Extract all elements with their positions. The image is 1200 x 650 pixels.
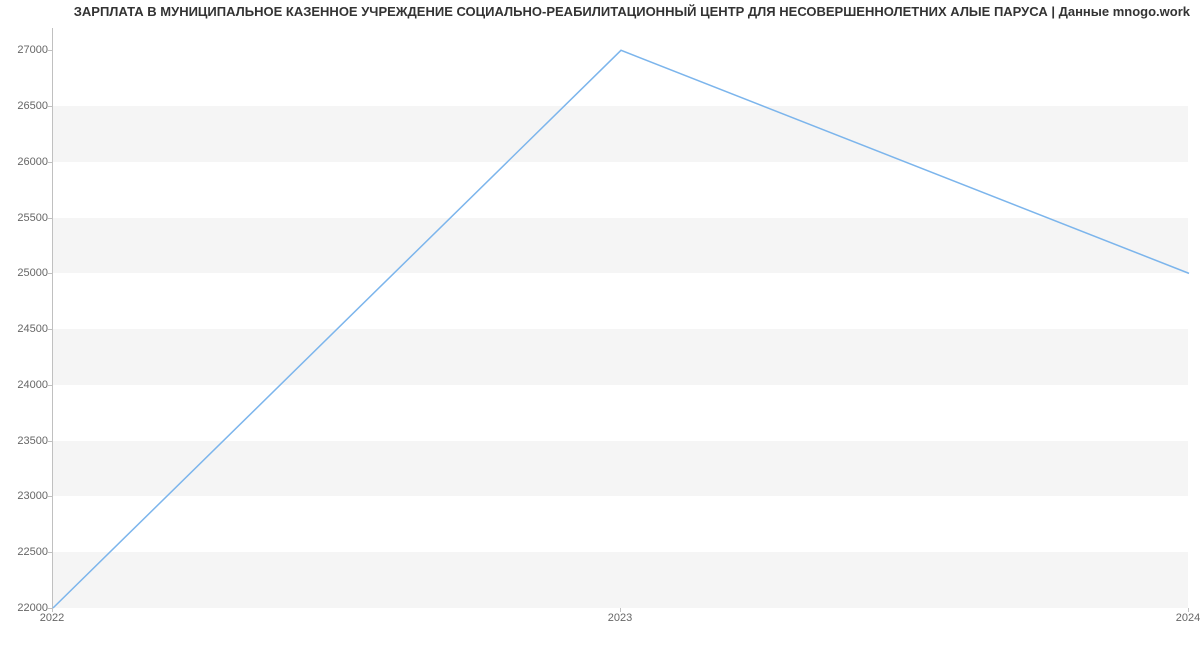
y-tick-label: 24500: [4, 323, 48, 335]
y-tick-label: 26000: [4, 156, 48, 168]
y-tick-mark: [48, 496, 52, 497]
y-tick-label: 27000: [4, 44, 48, 56]
y-tick-mark: [48, 162, 52, 163]
x-tick-mark: [620, 608, 621, 612]
y-tick-label: 25000: [4, 267, 48, 279]
plot-area: [52, 28, 1188, 608]
y-tick-mark: [48, 50, 52, 51]
y-tick-label: 22500: [4, 546, 48, 558]
y-tick-mark: [48, 385, 52, 386]
x-tick-mark: [52, 608, 53, 612]
y-tick-mark: [48, 329, 52, 330]
x-tick-label: 2022: [40, 612, 64, 624]
y-tick-label: 23000: [4, 490, 48, 502]
y-tick-mark: [48, 441, 52, 442]
y-tick-mark: [48, 273, 52, 274]
y-tick-label: 24000: [4, 379, 48, 391]
x-tick-mark: [1188, 608, 1189, 612]
chart-title: ЗАРПЛАТА В МУНИЦИПАЛЬНОЕ КАЗЕННОЕ УЧРЕЖД…: [74, 4, 1190, 19]
y-tick-mark: [48, 552, 52, 553]
y-tick-label: 23500: [4, 435, 48, 447]
x-tick-label: 2024: [1176, 612, 1200, 624]
y-tick-label: 25500: [4, 212, 48, 224]
line-series: [53, 28, 1188, 607]
x-tick-label: 2023: [608, 612, 632, 624]
y-tick-mark: [48, 106, 52, 107]
y-tick-mark: [48, 218, 52, 219]
salary-chart: ЗАРПЛАТА В МУНИЦИПАЛЬНОЕ КАЗЕННОЕ УЧРЕЖД…: [0, 0, 1200, 650]
y-tick-label: 26500: [4, 100, 48, 112]
